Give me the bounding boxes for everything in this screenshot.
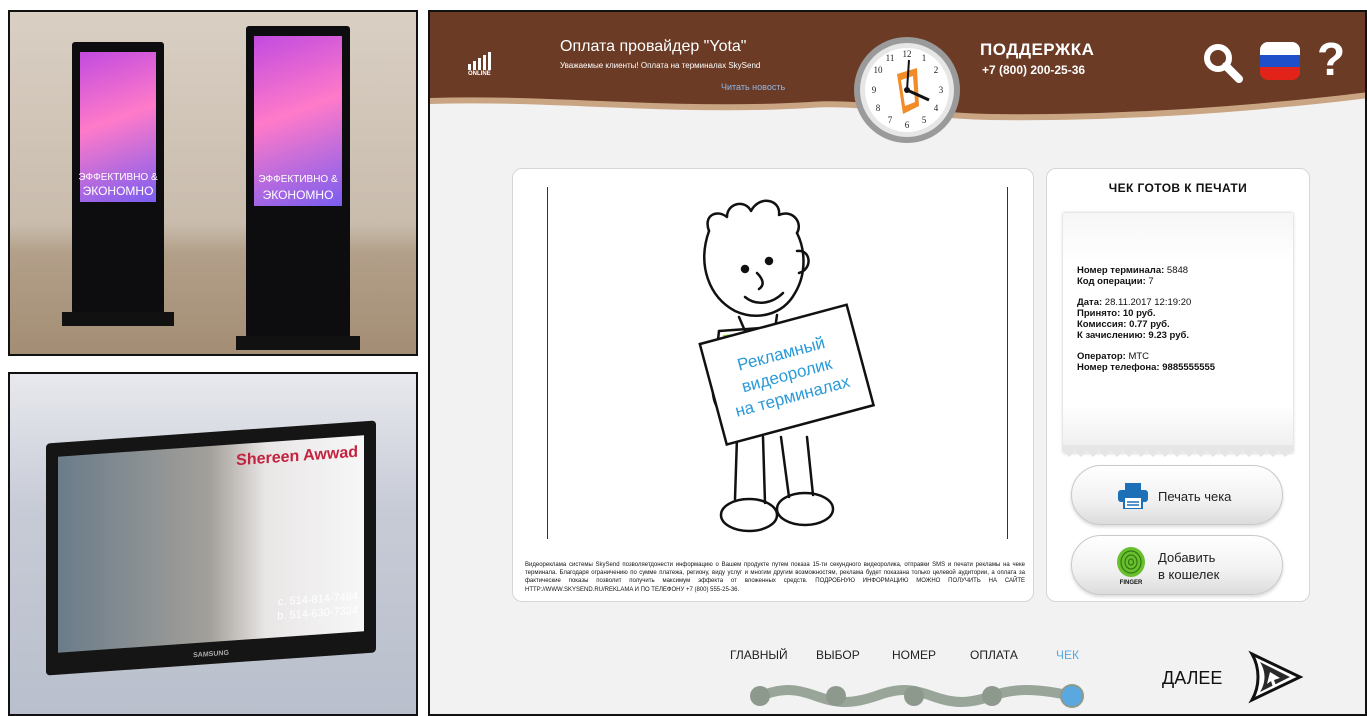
step-number[interactable]: НОМЕР <box>892 648 936 662</box>
news-title: Оплата провайдер "Yota" <box>560 38 747 55</box>
flag-stripe-white <box>1260 42 1300 55</box>
svg-text:11: 11 <box>886 53 895 63</box>
operator-label: Оператор: <box>1077 351 1126 362</box>
tv-phones: c. 514-814-7464 b. 514-630-7324 <box>277 590 358 623</box>
kiosk-left: ЭФФЕКТИВНО & ЭКОНОМНО <box>62 42 174 326</box>
step-choice[interactable]: ВЫБОР <box>816 648 860 662</box>
next-arrow-icon[interactable] <box>1246 650 1304 704</box>
ad-panel: Рекламный видеоролик на терминалах Видео… <box>512 168 1034 602</box>
clock-icon: 12 12 345 678 91011 <box>854 37 960 143</box>
terminal-value: 5848 <box>1166 265 1189 276</box>
signal-label: ONLINE <box>468 71 491 77</box>
svg-text:12: 12 <box>903 49 912 59</box>
ad-character-illustration: Рекламный видеоролик на терминалах <box>698 199 876 533</box>
phone-value: 9885555555 <box>1162 362 1216 373</box>
help-icon[interactable]: ? <box>1317 32 1345 86</box>
opcode-value: 7 <box>1148 276 1154 287</box>
date-label: Дата: <box>1077 297 1103 308</box>
svg-text:4: 4 <box>934 103 939 113</box>
add-to-wallet-button[interactable]: FINGER Добавить в кошелек <box>1071 535 1283 595</box>
header: ONLINE Оплата провайдер "Yota" Уважаемые… <box>430 12 1365 143</box>
news-subtitle: Уважаемые клиенты! Оплата на терминалах … <box>560 61 761 70</box>
terminal-ui: ONLINE Оплата провайдер "Yota" Уважаемые… <box>428 10 1367 716</box>
search-icon[interactable] <box>1202 42 1244 84</box>
kiosk-right: ЭФФЕКТИВНО & ЭКОНОМНО <box>236 26 360 350</box>
receipt-paper: Номер терминала: 5848 Код операции: 7 Да… <box>1063 213 1293 457</box>
accepted-amount: Принято: 10 руб. <box>1077 308 1156 319</box>
language-flag-icon[interactable] <box>1260 42 1300 80</box>
svg-text:9: 9 <box>872 85 877 95</box>
progress-steps: ГЛАВНЫЙ ВЫБОР НОМЕР ОПЛАТА ЧЕК <box>724 648 1124 708</box>
support-phone: +7 (800) 200-25-36 <box>982 63 1086 77</box>
next-label[interactable]: ДАЛЕЕ <box>1162 668 1222 689</box>
svg-text:1: 1 <box>922 53 927 63</box>
phone-label: Номер телефона: <box>1077 362 1160 373</box>
commission-amount: Комиссия: 0.77 руб. <box>1077 319 1170 330</box>
kiosk-left-text1: ЭФФЕКТИВНО & <box>78 172 158 183</box>
print-receipt-label: Печать чека <box>1158 489 1232 504</box>
signal-indicator: ONLINE <box>468 52 491 77</box>
credited-amount: К зачислению: 9.23 руб. <box>1077 330 1190 341</box>
support-title: ПОДДЕРЖКА <box>980 40 1095 59</box>
finger-label: FINGER <box>1120 580 1143 586</box>
operator-value: МТС <box>1128 351 1150 362</box>
flag-stripe-blue <box>1260 54 1300 68</box>
read-news-link[interactable]: Читать новость <box>721 82 785 92</box>
step-receipt[interactable]: ЧЕК <box>1056 648 1079 662</box>
svg-text:8: 8 <box>876 103 881 113</box>
svg-text:3: 3 <box>939 85 944 95</box>
printer-icon <box>1118 483 1148 509</box>
svg-text:2: 2 <box>934 65 939 75</box>
progress-track <box>750 684 1084 708</box>
kiosk-right-text2: ЭКОНОМНО <box>262 188 334 202</box>
step-main[interactable]: ГЛАВНЫЙ <box>730 648 788 662</box>
flag-stripe-red <box>1260 67 1300 80</box>
kiosk-photo: ЭФФЕКТИВНО & ЭКОНОМНО ЭФФЕКТИВНО & ЭКОНО… <box>8 10 418 356</box>
svg-text:10: 10 <box>874 65 884 75</box>
screen: ЭФФЕКТИВНО & ЭКОНОМНО ЭФФЕКТИВНО & ЭКОНО… <box>0 0 1367 716</box>
step-payment[interactable]: ОПЛАТА <box>970 648 1018 662</box>
receipt-panel: ЧЕК ГОТОВ К ПЕЧАТИ Номер терминала: 5848… <box>1046 168 1310 602</box>
opcode-label: Код операции: <box>1077 276 1146 287</box>
add-to-wallet-label: Добавить в кошелек <box>1158 550 1220 582</box>
signal-icon <box>468 52 491 70</box>
svg-text:5: 5 <box>922 115 927 125</box>
ad-description: Видеореклама системы SkySend позволяетдо… <box>525 562 1025 593</box>
wall-tv: Shereen Awwad c. 514-814-7464 b. 514-630… <box>46 420 376 676</box>
receipt-details: Номер терминала: 5848 Код операции: 7 Да… <box>1077 265 1215 373</box>
receipt-title: ЧЕК ГОТОВ К ПЕЧАТИ <box>1108 181 1248 195</box>
svg-text:7: 7 <box>888 115 893 125</box>
kiosk-right-text1: ЭФФЕКТИВНО & <box>258 174 338 185</box>
terminal-label: Номер терминала: <box>1077 265 1165 276</box>
print-receipt-button[interactable]: Печать чека <box>1071 465 1283 525</box>
kiosk-left-text2: ЭКОНОМНО <box>82 184 154 198</box>
svg-text:6: 6 <box>905 120 910 130</box>
date-value: 28.11.2017 12:19:20 <box>1104 297 1192 308</box>
fingerprint-icon: FINGER <box>1117 547 1145 586</box>
receipt-torn-edge <box>1063 445 1293 457</box>
